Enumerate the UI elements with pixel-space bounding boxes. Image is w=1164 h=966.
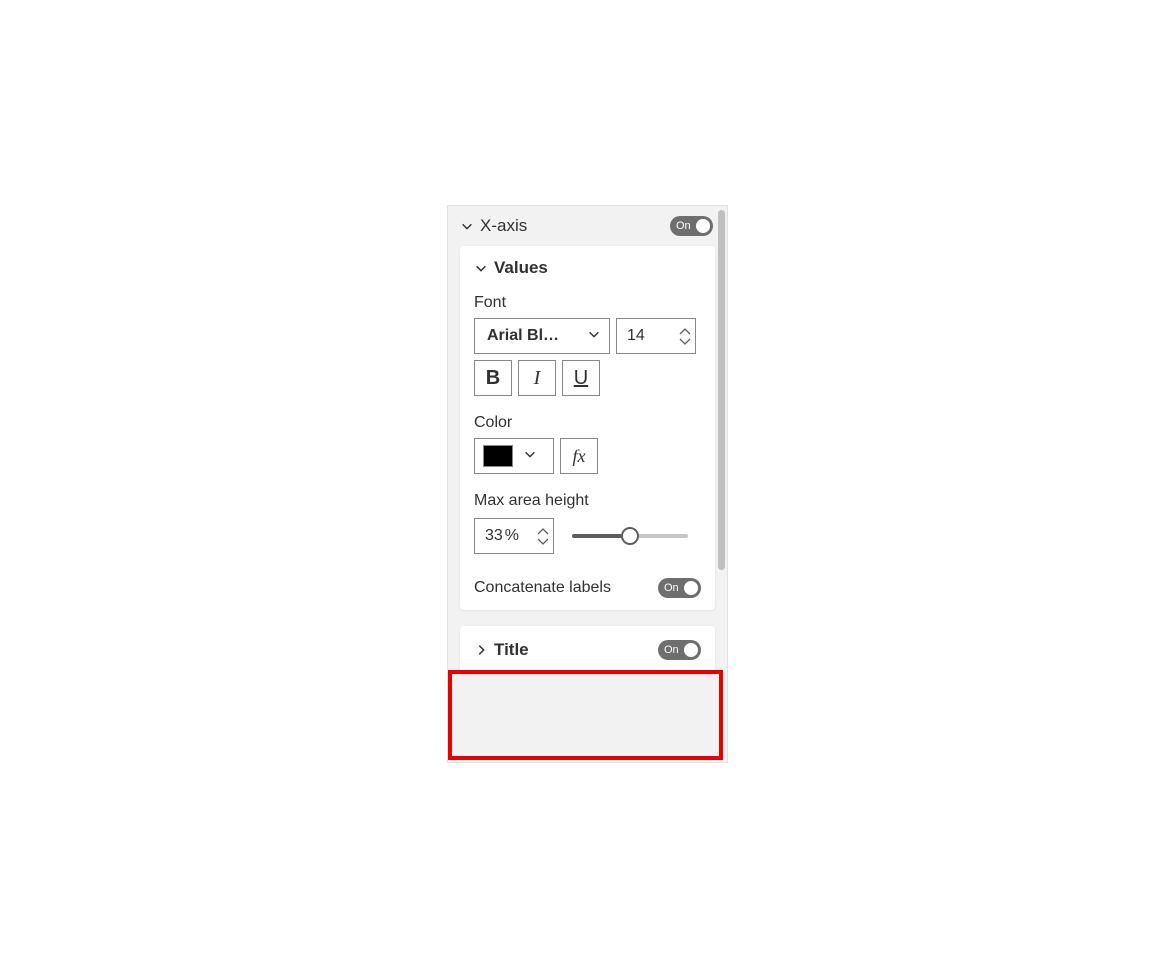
title-toggle[interactable]: On <box>658 640 701 660</box>
toggle-knob <box>684 581 698 595</box>
concatenate-toggle-label: On <box>664 582 679 594</box>
color-picker[interactable] <box>474 438 554 474</box>
concatenate-row: Concatenate labels On <box>474 578 701 598</box>
chevron-down-icon <box>474 261 488 275</box>
xaxis-label: X-axis <box>480 216 527 236</box>
title-card: Title On <box>460 626 715 674</box>
xaxis-section-header: X-axis On <box>448 206 727 246</box>
max-area-height-label: Max area height <box>474 492 701 510</box>
xaxis-toggle-label: On <box>676 220 691 232</box>
color-label: Color <box>474 414 701 432</box>
italic-button[interactable]: I <box>518 360 556 396</box>
chevron-down-icon <box>587 327 601 346</box>
font-size-stepper[interactable]: 14 <box>616 318 696 354</box>
scrollbar[interactable] <box>718 210 725 570</box>
bold-button[interactable]: B <box>474 360 512 396</box>
max-area-height-group: Max area height 33 % <box>474 492 701 554</box>
fx-button[interactable]: fx <box>560 438 598 474</box>
values-header[interactable]: Values <box>474 258 701 278</box>
format-panel: X-axis On Values Font Arial Bl… <box>447 205 728 763</box>
font-row: Arial Bl… 14 <box>474 318 701 354</box>
chevron-down-icon <box>460 219 474 233</box>
xaxis-toggle[interactable]: On <box>670 216 713 236</box>
chevron-down-icon <box>523 447 537 466</box>
font-size-value: 14 <box>627 327 679 345</box>
title-header[interactable]: Title <box>474 640 529 660</box>
font-family-select[interactable]: Arial Bl… <box>474 318 610 354</box>
max-area-height-row: 33 % <box>474 518 701 554</box>
concatenate-toggle[interactable]: On <box>658 578 701 598</box>
max-area-height-stepper[interactable]: 33 % <box>474 518 554 554</box>
color-swatch <box>483 445 513 467</box>
color-group: Color fx <box>474 414 701 474</box>
xaxis-header-left[interactable]: X-axis <box>460 216 527 236</box>
max-area-height-slider[interactable] <box>572 534 688 538</box>
title-label: Title <box>494 640 529 660</box>
spin-arrows <box>537 519 549 553</box>
toggle-knob <box>684 643 698 657</box>
chevron-down-icon[interactable] <box>537 537 549 545</box>
title-toggle-label: On <box>664 644 679 656</box>
values-card: Values Font Arial Bl… 14 <box>460 246 715 610</box>
font-style-row: B I U <box>474 360 701 396</box>
chevron-down-icon[interactable] <box>679 337 691 345</box>
chevron-up-icon[interactable] <box>537 528 549 536</box>
chevron-up-icon[interactable] <box>679 328 691 336</box>
max-area-height-value: 33 <box>485 527 503 545</box>
font-family-value: Arial Bl… <box>487 327 559 345</box>
slider-thumb[interactable] <box>621 527 639 545</box>
underline-button[interactable]: U <box>562 360 600 396</box>
font-group: Font Arial Bl… 14 B I <box>474 294 701 396</box>
concatenate-label: Concatenate labels <box>474 579 611 597</box>
color-row: fx <box>474 438 701 474</box>
chevron-right-icon <box>474 643 488 657</box>
font-label: Font <box>474 294 701 312</box>
spin-arrows <box>679 319 691 353</box>
max-area-height-unit: % <box>505 527 537 545</box>
toggle-knob <box>696 219 710 233</box>
values-label: Values <box>494 258 548 278</box>
